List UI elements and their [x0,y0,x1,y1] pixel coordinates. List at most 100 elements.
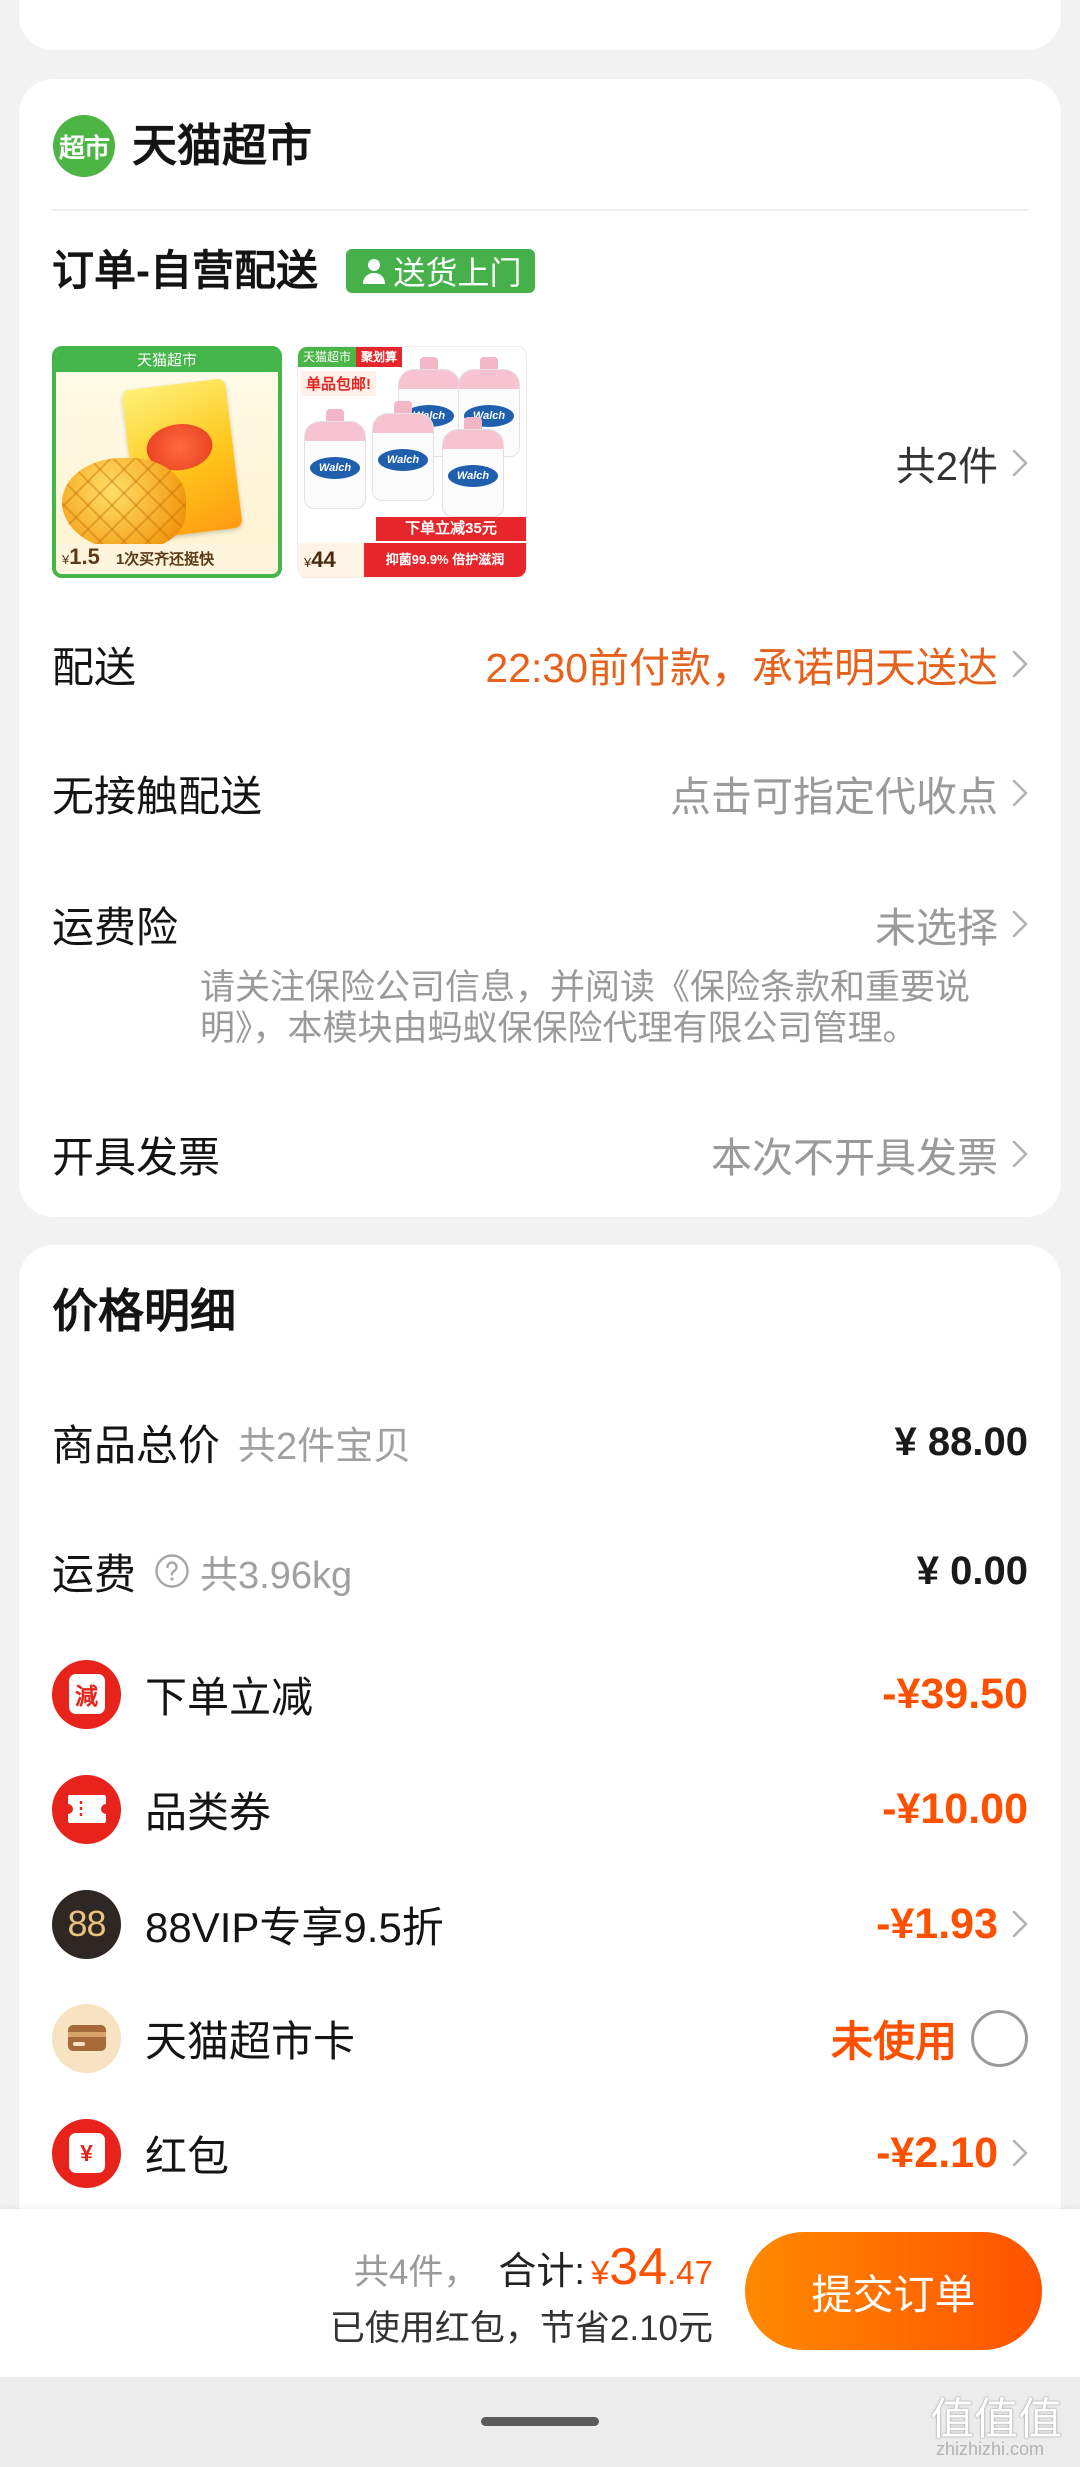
chevron-right-icon [1012,779,1028,807]
discount-icon-glyph: 減 [68,1674,105,1714]
store-name[interactable]: 天猫超市 [132,118,312,174]
row-sublabel: 共3.96kg [200,1554,353,1597]
order-title: 订单-自营配送 [52,247,318,294]
product-slogan: 抑菌99.9% 倍护滋润 [364,543,526,577]
item-count: 共2件 [895,445,998,489]
product-slogan: 1次买齐还挺快 [115,551,215,568]
discount-icon: 減 [52,1659,121,1729]
red-packet-icon: ¥ [52,2118,121,2188]
currency-symbol: ¥ [62,552,70,567]
row-label: 运费险 [52,903,179,951]
free-shipping-promo: 单品包邮! [301,371,376,396]
row-label: 配送 [52,643,137,691]
row-label: 开具发票 [52,1133,221,1181]
chevron-right-icon [1012,449,1028,477]
red-packet-row[interactable]: ¥ 红包 -¥2.10 [52,2113,1028,2193]
supermarket-card-icon [52,2003,121,2073]
vip88-icon-glyph: 88 [67,1903,106,1944]
row-label: 下单立减 [145,1673,314,1721]
row-amount: -¥39.50 [882,1669,1028,1718]
brand-label: Walch [448,465,498,487]
divider [52,209,1028,211]
store-order-card: 超市 天猫超市 订单-自营配送 送货上门 天猫超市 ¥ 1.5 1次买齐还挺快 … [19,79,1061,1217]
product-price: 44 [311,547,336,572]
price-details-card: 价格明细 商品总价 共2件宝贝 ¥ 88.00 运费 共3.96kg ¥ 0.0… [19,1245,1061,2255]
logo-text: 超市 [58,132,110,163]
price-box: ¥ 44 [298,543,364,577]
item-count-link[interactable]: 共2件 [896,423,1028,503]
total-decimal: .47 [667,2254,713,2291]
discount-band: 下单立减35元 [376,517,526,541]
goods-total-row: 商品总价 共2件宝贝 ¥ 88.00 [52,1402,1028,1482]
brand-label: Walch [310,457,360,479]
product-price: 1.5 [69,544,100,569]
row-value: 本次不开具发票 [711,1135,998,1181]
invoice-row[interactable]: 开具发票 本次不开具发票 [52,1114,1028,1194]
product-price-strip: ¥ 1.5 1次买齐还挺快 [56,544,278,574]
item-total-count: 共4件， [353,2253,479,2292]
chevron-right-icon [1012,650,1028,678]
chevron-right-icon [1012,1140,1028,1168]
checkout-bar: 共4件， 合计: ¥ 34 .47 已使用红包，节省2.10元 提交订单 [0,2209,1080,2377]
supermarket-card-row[interactable]: 天猫超市卡 未使用 [52,1998,1028,2078]
row-amount: 未使用 [830,2017,957,2065]
row-label: 商品总价 [52,1421,221,1469]
delivery-time-row[interactable]: 配送 22:30前付款，承诺明天送达 [52,624,1028,704]
total-label: 合计: [498,2251,585,2293]
row-amount: -¥10.00 [882,1784,1028,1833]
currency-symbol: ¥ [304,555,312,570]
product-thumbnail-hand-soap[interactable]: Walch Walch Walch Walch Walch 天猫超市 聚划算 单… [297,346,527,578]
brand-label: Walch [378,449,428,471]
watermark-domain: zhizhizhi.com [936,2439,1045,2459]
total-currency: ¥ [590,2254,610,2291]
row-amount: ¥ 0.00 [916,1548,1028,1593]
shipping-insurance-row[interactable]: 运费险 未选择 [52,884,1028,964]
row-label: 无接触配送 [52,772,263,820]
row-label: 天猫超市卡 [145,2017,356,2065]
chevron-right-icon [1012,1910,1028,1938]
red-packet-icon-glyph: ¥ [68,2133,105,2173]
coupon-icon [52,1774,121,1844]
row-amount: -¥1.93 [876,1899,998,1948]
badge-label: 送货上门 [393,255,522,291]
home-indicator[interactable] [481,2417,599,2426]
previous-section-card [19,0,1061,50]
order-summary: 共4件， 合计: ¥ 34 .47 已使用红包，节省2.10元 [330,2237,713,2351]
row-value: 未选择 [875,905,998,951]
product-tags: 天猫超市 聚划算 [298,347,403,367]
shipping-fee-row: 运费 共3.96kg ¥ 0.00 [52,1531,1028,1611]
juhuasuan-tag: 聚划算 [356,347,403,367]
category-coupon-row[interactable]: 品类券 -¥10.00 [52,1769,1028,1849]
watermark-logo: 值值值 [930,2395,1062,2444]
soap-bottle-image: Walch [304,409,366,509]
person-icon [363,259,386,284]
supermarket-card-radio[interactable] [971,2009,1028,2067]
row-value: 22:30前付款，承诺明天送达 [485,645,998,691]
row-label: 红包 [145,2132,230,2180]
help-icon[interactable] [154,1553,190,1589]
submit-order-button[interactable]: 提交订单 [745,2232,1042,2350]
chevron-right-icon [1012,910,1028,938]
insurance-notice[interactable]: 请关注保险公司信息，并阅读《保险条款和重要说明》，本模块由蚂蚁保保险代理有限公司… [200,967,985,1049]
soap-bottle-image: Walch [372,401,434,501]
saving-note: 已使用红包，节省2.10元 [329,2309,713,2348]
contactless-delivery-row[interactable]: 无接触配送 点击可指定代收点 [52,753,1028,833]
vip-discount-row[interactable]: 88 88VIP专享9.5折 -¥1.93 [52,1884,1028,1964]
gesture-navigation-area: 值值值 zhizhizhi.com [0,2377,1080,2467]
product-banner: 天猫超市 [56,350,278,372]
product-thumbnail-mango-snack[interactable]: 天猫超市 ¥ 1.5 1次买齐还挺快 [52,346,282,578]
vip88-icon: 88 [52,1889,121,1959]
row-label: 88VIP专享9.5折 [145,1903,444,1951]
tmall-supermarket-logo: 超市 [53,115,115,177]
row-amount: ¥ 88.00 [894,1419,1028,1464]
price-details-title: 价格明细 [52,1285,236,1337]
row-label: 运费 [52,1550,137,1598]
row-label: 品类券 [145,1788,272,1836]
instant-discount-row: 減 下单立减 -¥39.50 [52,1654,1028,1734]
row-amount: -¥2.10 [876,2128,998,2177]
tmall-tag: 天猫超市 [298,347,357,367]
mango-image [62,458,186,550]
home-delivery-badge: 送货上门 [346,249,535,293]
total-integer: 34 [609,2238,668,2296]
soap-bottle-image: Walch [442,417,504,517]
